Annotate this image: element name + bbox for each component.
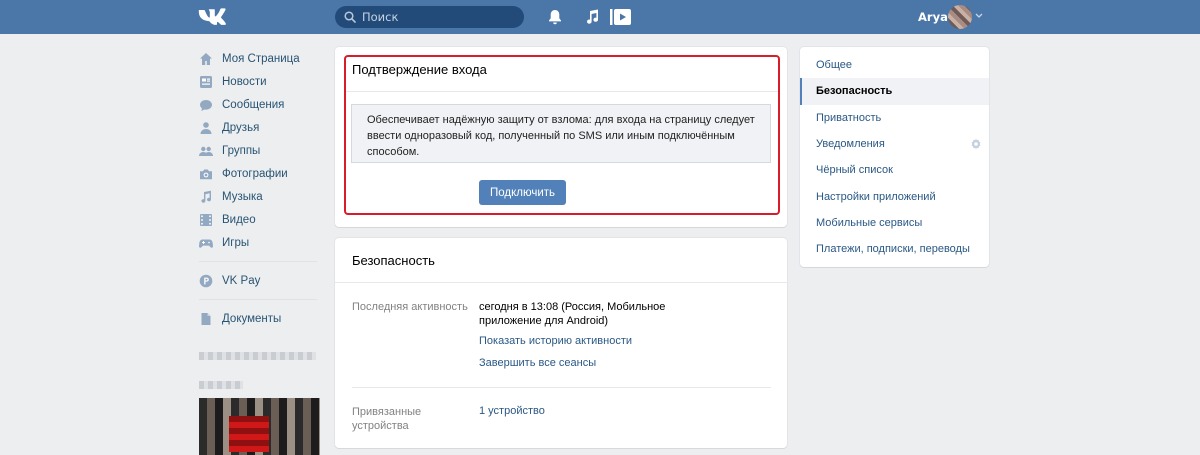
- sidebar-item-label: Новости: [222, 75, 267, 88]
- user-name[interactable]: Arya: [918, 10, 948, 24]
- sidebar-item-games[interactable]: Игры: [199, 231, 329, 254]
- sidebar-item-messages[interactable]: Сообщения: [199, 93, 329, 116]
- sidebar-item-label: Документы: [222, 312, 282, 325]
- settings-item-label: Настройки приложений: [816, 190, 936, 203]
- top-header: Поиск Arya: [0, 0, 1200, 34]
- music-icon: [201, 190, 212, 203]
- sidebar-item-music[interactable]: Музыка: [199, 185, 329, 208]
- settings-item-mobile-services[interactable]: Мобильные сервисы: [800, 210, 989, 236]
- settings-item-label: Чёрный список: [816, 164, 893, 177]
- settings-item-blacklist[interactable]: Чёрный список: [800, 157, 989, 183]
- sidebar-item-label: Сообщения: [222, 98, 285, 111]
- settings-item-notifications[interactable]: Уведомления: [800, 131, 989, 157]
- sidebar-item-label: VK Pay: [222, 274, 261, 287]
- home-icon: [200, 52, 212, 65]
- news-icon: [200, 75, 212, 88]
- play-icon[interactable]: [610, 9, 631, 25]
- sidebar-item-label: Музыка: [222, 190, 263, 203]
- settings-menu: Общее Безопасность Приватность Уведомлен…: [800, 47, 989, 267]
- highlight-frame: [344, 55, 780, 215]
- music-note-icon[interactable]: [586, 9, 599, 25]
- search-icon: [344, 11, 356, 23]
- sidebar-item-my-page[interactable]: Моя Страница: [199, 47, 329, 70]
- sidebar-item-vkpay[interactable]: VK Pay: [199, 269, 329, 292]
- card-title: Безопасность: [352, 253, 435, 268]
- settings-item-label: Мобильные сервисы: [816, 216, 923, 229]
- sidebar-item-photos[interactable]: Фотографии: [199, 162, 329, 185]
- vkpay-icon: [199, 274, 213, 287]
- divider: [199, 261, 317, 262]
- settings-item-label: Приватность: [816, 111, 882, 124]
- settings-item-label: Общее: [816, 59, 853, 72]
- last-activity-label: Последняя активность: [352, 301, 468, 313]
- divider: [335, 282, 787, 283]
- settings-item-label: Безопасность: [816, 85, 893, 98]
- document-icon: [201, 312, 211, 325]
- camera-icon: [200, 169, 212, 179]
- settings-item-label: Платежи, подписки, переводы: [816, 243, 970, 256]
- sidebar-item-label: Игры: [222, 236, 250, 249]
- messages-icon: [200, 99, 212, 111]
- linked-devices-label: Привязанные устройства: [352, 406, 422, 432]
- sidebar-item-friends[interactable]: Друзья: [199, 116, 329, 139]
- divider: [199, 299, 317, 300]
- chevron-down-icon[interactable]: [975, 13, 983, 19]
- settings-item-payments[interactable]: Платежи, подписки, переводы: [800, 236, 989, 262]
- sidebar-item-video[interactable]: Видео: [199, 208, 329, 231]
- settings-item-app-settings[interactable]: Настройки приложений: [800, 183, 989, 209]
- vk-logo[interactable]: [198, 8, 228, 26]
- gamepad-icon: [199, 239, 213, 248]
- sidebar-item-label: Группы: [222, 144, 261, 157]
- video-icon: [200, 213, 212, 226]
- skull-image: [229, 416, 269, 452]
- linked-devices-link[interactable]: 1 устройство: [479, 405, 545, 417]
- settings-item-label: Уведомления: [816, 138, 885, 151]
- blurred-text: [199, 381, 243, 389]
- sidebar-item-label: Моя Страница: [222, 52, 300, 65]
- avatar[interactable]: [948, 5, 972, 29]
- friends-icon: [200, 121, 212, 134]
- settings-item-security[interactable]: Безопасность: [800, 78, 989, 105]
- blurred-text: [199, 352, 316, 360]
- left-sidebar: Моя Страница Новости Сообщения Друзья Гр…: [199, 47, 329, 330]
- sidebar-item-label: Друзья: [222, 121, 260, 134]
- sidebar-item-documents[interactable]: Документы: [199, 307, 329, 330]
- show-history-link[interactable]: Показать историю активности: [479, 335, 632, 347]
- settings-item-general[interactable]: Общее: [800, 52, 989, 78]
- sidebar-item-groups[interactable]: Группы: [199, 139, 329, 162]
- sidebar-item-label: Фотографии: [222, 167, 288, 180]
- sidebar-item-label: Видео: [222, 213, 256, 226]
- last-activity-value: сегодня в 13:08 (Россия, Мобильное прило…: [479, 301, 666, 327]
- divider: [352, 387, 771, 388]
- pixelated-image[interactable]: [199, 398, 320, 455]
- search-input[interactable]: Поиск: [335, 6, 524, 28]
- gear-icon[interactable]: [970, 138, 982, 150]
- search-placeholder: Поиск: [362, 10, 399, 24]
- sidebar-item-news[interactable]: Новости: [199, 70, 329, 93]
- bell-icon[interactable]: [548, 9, 562, 25]
- end-sessions-link[interactable]: Завершить все сеансы: [479, 357, 596, 369]
- settings-item-privacy[interactable]: Приватность: [800, 105, 989, 131]
- groups-icon: [199, 146, 213, 156]
